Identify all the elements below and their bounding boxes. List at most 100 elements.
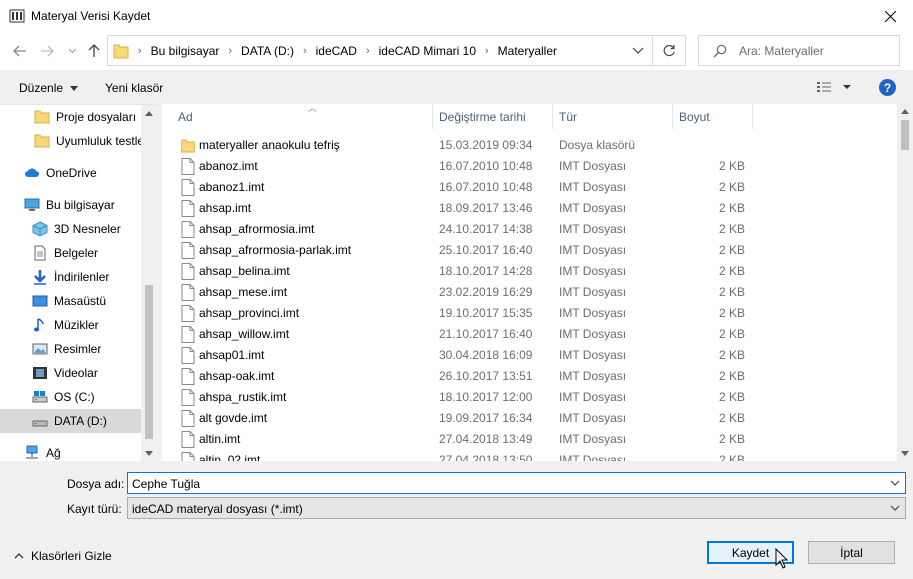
- table-row[interactable]: ahspa_rustik.imt 18.10.2017 12:00 IMT Dosy…: [162, 387, 897, 408]
- sidebar-item-uyumluluk[interactable]: Uyumluluk testle: [0, 129, 144, 153]
- computer-icon: [24, 198, 40, 211]
- column-header-size[interactable]: Boyut: [673, 104, 753, 129]
- sidebar-item-onedrive[interactable]: OneDrive: [0, 161, 141, 185]
- sidebar-item-data-d[interactable]: DATA (D:): [0, 409, 141, 433]
- file-type: IMT Dosyası: [559, 369, 627, 383]
- file-name: ahsap_willow.imt: [199, 327, 290, 341]
- recent-locations-button[interactable]: [62, 41, 82, 61]
- folder-icon: [34, 110, 50, 124]
- sidebar-item-desktop[interactable]: Masaüstü: [0, 289, 141, 313]
- column-header-type[interactable]: Tür: [553, 104, 673, 129]
- file-type: IMT Dosyası: [559, 306, 627, 320]
- scroll-up-icon[interactable]: [145, 111, 153, 116]
- refresh-button[interactable]: [653, 35, 686, 66]
- table-row[interactable]: ahsap.imt 18.09.2017 13:46 IMT Dosyası 2 KB: [162, 198, 897, 219]
- filelist-scrollbar[interactable]: [897, 104, 913, 461]
- file-size: 2 KB: [718, 327, 745, 341]
- table-row[interactable]: ahsap_willow.imt 21.10.2017 16:40 IMT Dosy…: [162, 324, 897, 345]
- search-box[interactable]: Ara: Materyaller: [698, 35, 900, 66]
- breadcrumb-item[interactable]: Bu bilgisayar: [151, 44, 220, 58]
- new-folder-button[interactable]: Yeni klasör: [105, 81, 163, 95]
- cancel-button[interactable]: İptal: [808, 541, 895, 564]
- table-row[interactable]: materyaller anaokulu tefriş 15.03.2019 09…: [162, 135, 897, 156]
- close-button[interactable]: [867, 0, 913, 32]
- sidebar-item-videos[interactable]: Videolar: [0, 361, 141, 385]
- up-button[interactable]: [84, 41, 104, 61]
- table-row[interactable]: ahsap_belina.imt 18.10.2017 14:28 IMT Dosy…: [162, 261, 897, 282]
- sidebar-item-music[interactable]: Müzikler: [0, 313, 141, 337]
- organize-menu[interactable]: Düzenle: [19, 81, 79, 95]
- scroll-down-icon[interactable]: [901, 451, 909, 456]
- sidebar-item-os-c[interactable]: OS (C:): [0, 385, 141, 409]
- breadcrumb-item[interactable]: Materyaller: [498, 44, 557, 58]
- scrollbar-thumb[interactable]: [901, 120, 909, 150]
- scrollbar-thumb[interactable]: [145, 285, 153, 439]
- filename-input[interactable]: Cephe Tuğla: [127, 472, 906, 494]
- chevron-down-icon[interactable]: [890, 477, 900, 489]
- table-row[interactable]: abanoz.imt 16.07.2010 10:48 IMT Dosyası 2 K…: [162, 156, 897, 177]
- file-size: 2 KB: [718, 285, 745, 299]
- file-type: IMT Dosyası: [559, 180, 627, 194]
- table-row[interactable]: alt govde.imt 19.09.2017 16:34 IMT Dosyası…: [162, 408, 897, 429]
- chevron-down-icon[interactable]: [632, 43, 644, 57]
- help-button[interactable]: ?: [879, 79, 896, 96]
- file-type: IMT Dosyası: [559, 159, 627, 173]
- sidebar-item-documents[interactable]: Belgeler: [0, 241, 141, 265]
- view-options-button[interactable]: [816, 80, 854, 97]
- table-row[interactable]: ahsap_provinci.imt 19.10.2017 15:35 IMT Do…: [162, 303, 897, 324]
- table-row[interactable]: altin_02.imt 27.04.2018 13:50 IMT Dosyası 2…: [162, 450, 897, 461]
- mouse-cursor-icon: [775, 548, 789, 569]
- hide-folders-button[interactable]: Klasörleri Gizle: [14, 549, 112, 563]
- table-row[interactable]: ahsap_afrormosia.imt 24.10.2017 14:38 IMT …: [162, 219, 897, 240]
- forward-button[interactable]: [37, 41, 57, 61]
- column-header-name[interactable]: Ad ︿: [172, 104, 433, 129]
- drive-icon: [32, 391, 48, 403]
- sidebar-item-label: Belgeler: [54, 246, 99, 260]
- breadcrumb-item[interactable]: DATA (D:): [241, 44, 294, 58]
- sidebar-item-downloads[interactable]: İndirilenler: [0, 265, 141, 289]
- column-header-date[interactable]: Değiştirme tarihi: [433, 104, 553, 129]
- file-date: 25.10.2017 16:40: [439, 243, 533, 257]
- sidebar-item-this-pc[interactable]: Bu bilgisayar: [0, 193, 141, 217]
- breadcrumb-item[interactable]: ideCAD Mimari 10: [379, 44, 476, 58]
- download-icon: [34, 270, 46, 285]
- table-row[interactable]: ahsap-oak.imt 26.10.2017 13:51 IMT Dosyası…: [162, 366, 897, 387]
- table-row[interactable]: abanoz1.imt 16.07.2010 10:48 IMT Dosyası 2 …: [162, 177, 897, 198]
- table-row[interactable]: altin.imt 27.04.2018 13:49 IMT Dosyası 2 KB: [162, 429, 897, 450]
- table-row[interactable]: ahsap_mese.imt 23.02.2019 16:29 IMT Dosyas…: [162, 282, 897, 303]
- details-view-icon: [817, 82, 851, 92]
- filetype-label: Kayıt türü:: [67, 502, 122, 516]
- file-icon: [181, 389, 195, 406]
- sidebar-item-3d-objects[interactable]: 3D Nesneler: [0, 217, 141, 241]
- sidebar-item-label: Müzikler: [54, 318, 99, 332]
- back-button[interactable]: [10, 41, 30, 61]
- address-bar[interactable]: › Bu bilgisayar › DATA (D:) › ideCAD › i…: [107, 35, 653, 66]
- file-name: ahsap_mese.imt: [199, 285, 288, 299]
- file-date: 18.09.2017 13:46: [439, 201, 533, 215]
- file-name: alt govde.imt: [199, 411, 268, 425]
- file-type: IMT Dosyası: [559, 411, 627, 425]
- file-icon: [181, 200, 195, 217]
- filetype-select[interactable]: ideCAD materyal dosyası (*.imt): [127, 497, 906, 519]
- file-date: 27.04.2018 13:50: [439, 453, 533, 461]
- pictures-icon: [32, 343, 48, 355]
- file-date: 26.10.2017 13:51: [439, 369, 533, 383]
- table-row[interactable]: ahsap01.imt 30.04.2018 16:09 IMT Dosyası 2 …: [162, 345, 897, 366]
- sidebar-item-network[interactable]: Ağ: [0, 441, 141, 461]
- file-date: 27.04.2018 13:49: [439, 432, 533, 446]
- chevron-right-icon: ›: [365, 44, 370, 57]
- folder-icon: [34, 134, 50, 148]
- sidebar-item-proje[interactable]: Proje dosyaları: [0, 105, 141, 129]
- sidebar-scrollbar[interactable]: [141, 105, 157, 461]
- sidebar-item-label: Bu bilgisayar: [46, 198, 115, 212]
- breadcrumb-item[interactable]: ideCAD: [316, 44, 357, 58]
- scroll-up-icon[interactable]: [901, 109, 909, 114]
- app-icon: [9, 9, 25, 23]
- sidebar-item-label: 3D Nesneler: [54, 222, 121, 236]
- scroll-down-icon[interactable]: [145, 451, 153, 456]
- document-icon: [34, 245, 46, 261]
- file-size: 2 KB: [718, 180, 745, 194]
- sidebar-item-pictures[interactable]: Resimler: [0, 337, 141, 361]
- file-name: ahsap_provinci.imt: [199, 306, 300, 320]
- table-row[interactable]: ahsap_afrormosia-parlak.imt 25.10.2017 16…: [162, 240, 897, 261]
